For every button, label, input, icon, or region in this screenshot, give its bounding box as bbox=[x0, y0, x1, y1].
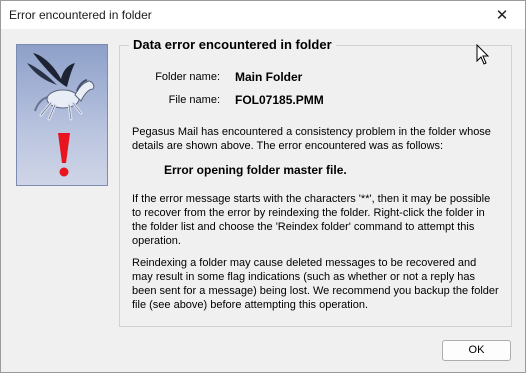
pegasus-icon bbox=[27, 53, 95, 121]
file-name-value: FOL07185.PMM bbox=[235, 93, 324, 107]
error-group-box: Data error encountered in folder Folder … bbox=[119, 37, 512, 327]
window-title: Error encountered in folder bbox=[9, 8, 152, 22]
intro-text: Pegasus Mail has encountered a consisten… bbox=[132, 126, 491, 152]
warning-text: Reindexing a folder may cause deleted me… bbox=[132, 257, 499, 311]
folder-name-label: Folder name: bbox=[155, 71, 220, 83]
title-bar[interactable]: Error encountered in folder ✕ bbox=[1, 1, 525, 29]
folder-name-value: Main Folder bbox=[235, 70, 303, 84]
exclamation-icon bbox=[58, 133, 70, 177]
close-button[interactable]: ✕ bbox=[479, 1, 525, 29]
file-name-label: File name: bbox=[168, 94, 220, 106]
pegasus-image-panel bbox=[16, 44, 108, 186]
group-title: Data error encountered in folder bbox=[129, 37, 336, 52]
ok-button[interactable]: OK bbox=[442, 340, 511, 361]
close-icon: ✕ bbox=[495, 7, 509, 24]
error-dialog: Error encountered in folder ✕ Data error… bbox=[0, 0, 526, 373]
reindex-text: If the error message starts with the cha… bbox=[132, 193, 491, 247]
mouse-cursor-icon bbox=[476, 43, 490, 69]
error-message: Error opening folder master file. bbox=[164, 163, 347, 177]
